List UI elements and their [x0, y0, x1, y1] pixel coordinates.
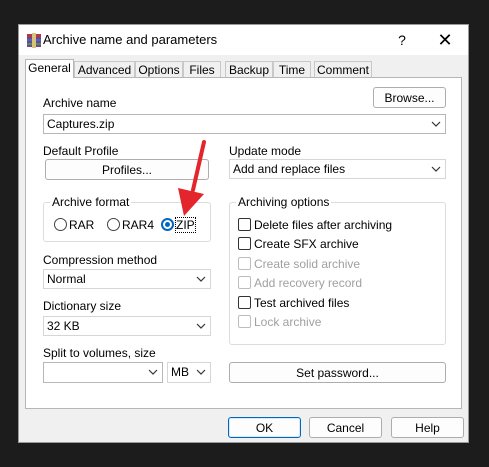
checkbox-delete-files[interactable] [238, 218, 251, 231]
archive-dialog: Archive name and parameters ? ✕ General … [18, 24, 469, 443]
help-button[interactable]: Help [391, 417, 464, 438]
checkbox-create-sfx[interactable] [238, 237, 251, 250]
update-mode-label: Update mode [229, 144, 302, 158]
radio-rar4-label: RAR4 [122, 218, 155, 232]
tab-general[interactable]: General [25, 59, 74, 78]
archiving-options-group: Archiving options Delete files after arc… [229, 195, 446, 345]
checkbox-delete-files-label: Delete files after archiving [254, 218, 393, 232]
archive-format-label: Archive format [50, 195, 132, 209]
checkbox-lock-archive-label: Lock archive [254, 315, 322, 329]
checkbox-recovery-record-label: Add recovery record [254, 276, 363, 290]
checkbox-create-solid-label: Create solid archive [254, 257, 361, 271]
chevron-down-icon[interactable] [148, 365, 158, 379]
winrar-app-icon [27, 33, 41, 48]
compression-method-select[interactable]: Normal [43, 269, 211, 289]
window-title: Archive name and parameters [43, 32, 218, 47]
split-size-input[interactable] [43, 362, 163, 383]
split-unit-value: MB [171, 365, 189, 379]
ok-button[interactable]: OK [228, 417, 301, 438]
close-button[interactable]: ✕ [425, 25, 465, 55]
tab-time[interactable]: Time [273, 61, 311, 77]
checkbox-test-files-label: Test archived files [254, 296, 350, 310]
title-bar: Archive name and parameters ? ✕ [19, 25, 468, 55]
update-mode-select[interactable]: Add and replace files [229, 159, 446, 179]
general-panel: Archive name Browse... Captures.zip Defa… [25, 77, 462, 409]
archiving-options-label: Archiving options [236, 195, 332, 209]
tab-comment[interactable]: Comment [314, 61, 372, 77]
tab-options[interactable]: Options [135, 61, 183, 77]
radio-zip-label: ZIP [175, 217, 196, 233]
radio-zip[interactable] [161, 218, 174, 231]
archive-name-value: Captures.zip [47, 117, 115, 131]
split-volumes-label: Split to volumes, size [43, 346, 156, 360]
dictionary-size-value: 32 KB [47, 319, 80, 333]
chevron-down-icon[interactable] [196, 272, 206, 286]
archive-name-label: Archive name [43, 96, 117, 110]
annotation-arrow-icon [178, 140, 206, 216]
compression-method-label: Compression method [43, 253, 158, 267]
checkbox-lock-archive [238, 315, 251, 328]
dictionary-size-select[interactable]: 32 KB [43, 316, 211, 336]
archive-name-input[interactable]: Captures.zip [43, 114, 446, 134]
chevron-down-icon[interactable] [431, 162, 441, 176]
radio-rar[interactable] [54, 218, 67, 231]
tab-files[interactable]: Files [183, 61, 221, 77]
update-mode-value: Add and replace files [233, 162, 346, 176]
chevron-down-icon[interactable] [431, 117, 441, 131]
radio-rar4[interactable] [107, 218, 120, 231]
checkbox-recovery-record [238, 276, 251, 289]
set-password-button[interactable]: Set password... [229, 362, 446, 383]
browse-button[interactable]: Browse... [373, 87, 446, 108]
help-title-button[interactable]: ? [382, 25, 422, 55]
cancel-button[interactable]: Cancel [309, 417, 382, 438]
chevron-down-icon[interactable] [196, 365, 206, 379]
tab-strip: General Advanced Options Files Backup Ti… [19, 55, 468, 78]
chevron-down-icon[interactable] [196, 319, 206, 333]
split-unit-select[interactable]: MB [167, 362, 211, 383]
checkbox-test-files[interactable] [238, 296, 251, 309]
tab-backup[interactable]: Backup [225, 61, 273, 77]
checkbox-create-solid [238, 257, 251, 270]
default-profile-label: Default Profile [43, 144, 119, 158]
dictionary-size-label: Dictionary size [43, 299, 122, 313]
radio-rar-label: RAR [69, 218, 95, 232]
checkbox-create-sfx-label: Create SFX archive [254, 237, 359, 251]
tab-advanced[interactable]: Advanced [74, 61, 135, 77]
compression-method-value: Normal [47, 272, 86, 286]
